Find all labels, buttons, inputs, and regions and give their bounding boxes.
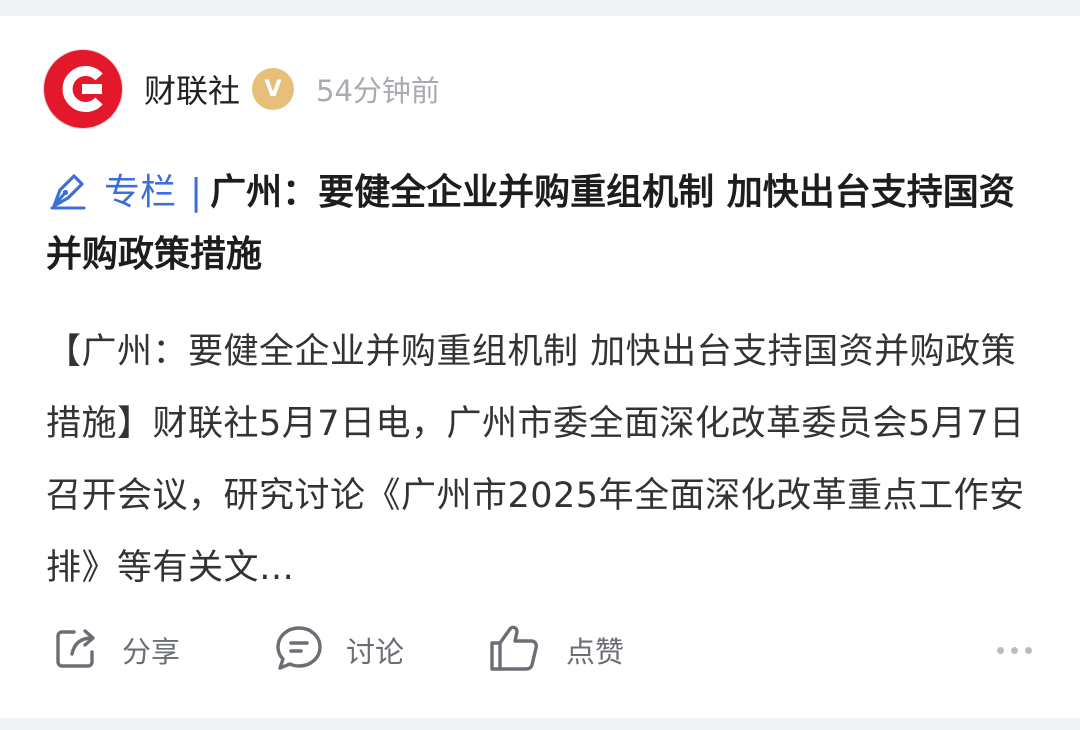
like-label: 点赞 <box>566 635 625 669</box>
more-dot <box>1025 646 1032 654</box>
author-name[interactable]: 财联社 <box>144 66 240 112</box>
verified-badge-label: V <box>264 76 282 102</box>
more-dots-icon[interactable] <box>997 620 1032 680</box>
cls-logo-icon[interactable] <box>44 50 122 128</box>
discuss-label: 讨论 <box>346 635 405 669</box>
comment-icon <box>274 624 324 676</box>
more-dot <box>1011 646 1018 654</box>
verified-badge-icon: V <box>252 68 295 110</box>
share-icon <box>52 624 100 676</box>
discuss-button[interactable]: 讨论 <box>274 620 404 680</box>
post-summary[interactable]: 【广州：要健全企业并购重组机制 加快出台支持国资并购政策措施】财联社5月7日电，… <box>46 316 1036 604</box>
post-time: 54分钟前 <box>316 74 440 108</box>
post-title[interactable]: 专栏 | 广州：要健全企业并购重组机制 加快出台支持国资并购政策措施 <box>46 162 1046 286</box>
action-bar: 分享 讨论 点赞 <box>52 620 1042 680</box>
share-button[interactable]: 分享 <box>52 620 180 680</box>
like-button[interactable]: 点赞 <box>488 620 624 680</box>
column-separator: | <box>190 172 203 213</box>
post-header: 财联社 V 54分钟前 <box>44 50 440 128</box>
thumbs-up-icon <box>488 623 544 677</box>
more-dot <box>997 646 1004 654</box>
pen-nib-icon <box>46 168 90 212</box>
share-label: 分享 <box>122 635 181 669</box>
column-label[interactable]: 专栏 <box>104 172 176 213</box>
news-card[interactable]: 财联社 V 54分钟前 专栏 | 广州：要健全企业并购重组机制 加快出台支持国资并购… <box>0 16 1080 718</box>
